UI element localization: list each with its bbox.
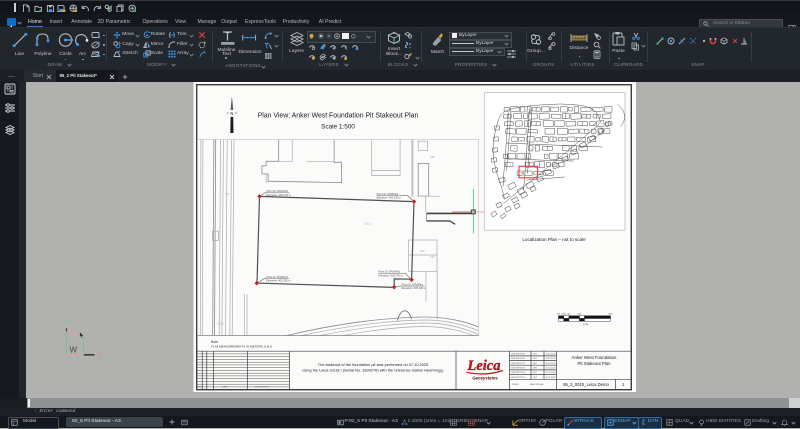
svg-text:Y: Y — [64, 319, 69, 326]
svg-text:Localization Plan – not to sca: Localization Plan – not to scale — [522, 237, 586, 242]
svg-text:Anker West Foundation: Anker West Foundation — [572, 355, 617, 360]
svg-text:182: 182 — [430, 155, 435, 159]
svg-text:10.10.2025: 10.10.2025 — [546, 363, 557, 365]
svg-text:Elevation: 405.236 m: Elevation: 405.236 m — [266, 279, 290, 283]
svg-text:X: X — [98, 353, 103, 360]
svg-text:T01: T01 — [225, 192, 230, 196]
svg-text:Point ID: 0Pit0Pkt1: Point ID: 0Pit0Pkt1 — [267, 189, 289, 193]
svg-text:Point ID: 0Pit0Pkt1: Point ID: 0Pit0Pkt1 — [378, 270, 400, 274]
svg-text:Pit Stakeout Plan: Pit Stakeout Plan — [578, 361, 612, 366]
svg-text:Point ID: 0Pit0Pkt1: Point ID: 0Pit0Pkt1 — [402, 282, 424, 286]
svg-text:Plan View: Anker West Foundati: Plan View: Anker West Foundation Pit Sta… — [258, 113, 419, 120]
svg-text:747: 747 — [430, 255, 435, 259]
svg-text:DESCRIPTION: DESCRIPTION — [511, 377, 525, 379]
svg-text:DESCRIPTION: DESCRIPTION — [255, 387, 269, 389]
svg-text:2140: 2140 — [217, 322, 224, 326]
svg-text:5m: 5m — [567, 313, 570, 315]
svg-text:DESCRIPTION: DESCRIPTION — [511, 358, 525, 360]
svg-text:95_2_0010_Leica Demo: 95_2_0010_Leica Demo — [563, 382, 609, 387]
svg-text:10.10.2025: 10.10.2025 — [546, 367, 557, 369]
svg-text:Point ID: 0Pit0Pkt1: Point ID: 0Pit0Pkt1 — [377, 192, 399, 196]
svg-text:747: 747 — [420, 249, 425, 253]
svg-text:(*) All MEASUREMENTS IN METERS: (*) All MEASUREMENTS IN METERS U.N.O — [211, 344, 273, 348]
svg-text:10m: 10m — [577, 313, 581, 315]
svg-text:The stakeout of the foundation: The stakeout of the foundation pit was p… — [318, 362, 429, 367]
svg-text:Point ID: 0Pit0Pkt1: Point ID: 0Pit0Pkt1 — [266, 275, 288, 279]
svg-text:DESCRIPTION: DESCRIPTION — [511, 372, 525, 374]
svg-text:SCALE: SCALE — [512, 383, 519, 386]
svg-text:10.10.2025: 10.10.2025 — [546, 353, 557, 355]
svg-text:DESCRIPTION: DESCRIPTION — [511, 363, 525, 365]
svg-text:N: N — [230, 111, 233, 116]
svg-text:Elevation: 405.236 m: Elevation: 405.236 m — [377, 196, 401, 200]
svg-text:PAGE SIZE A3: PAGE SIZE A3 — [530, 383, 544, 386]
svg-text:2.5m: 2.5m — [561, 313, 566, 315]
svg-text:0m: 0m — [557, 313, 560, 315]
svg-text:10.10.2025: 10.10.2025 — [546, 358, 557, 360]
svg-text:W: W — [70, 346, 78, 355]
svg-text:10.10.2025: 10.10.2025 — [546, 372, 557, 374]
svg-text:Elevation: 405.236 m: Elevation: 405.236 m — [402, 286, 426, 290]
svg-text:Geosystems: Geosystems — [472, 375, 498, 380]
svg-text:DESCRIPTION: DESCRIPTION — [511, 367, 525, 369]
svg-text:DATE: DATE — [222, 386, 228, 389]
svg-text:DESCRIPTION: DESCRIPTION — [511, 353, 525, 355]
svg-text:REV: REV — [198, 387, 203, 389]
svg-text:744: 744 — [364, 221, 371, 226]
svg-text:1:250: 1:250 — [583, 324, 589, 326]
svg-text:Scale 1:500: Scale 1:500 — [321, 124, 355, 131]
svg-text:10.10.2025: 10.10.2025 — [546, 377, 557, 379]
svg-text:using the Leica GS18 I (Serial: using the Leica GS18 I (Serial No. 18342… — [302, 368, 443, 373]
svg-text:25m: 25m — [608, 313, 612, 315]
svg-text:Leica: Leica — [466, 358, 500, 374]
svg-text:Elevation: 405.236 m: Elevation: 405.236 m — [378, 273, 402, 277]
svg-text:Note: Note — [211, 340, 218, 344]
svg-text:Elevation: 405.236 m: Elevation: 405.236 m — [267, 193, 291, 197]
